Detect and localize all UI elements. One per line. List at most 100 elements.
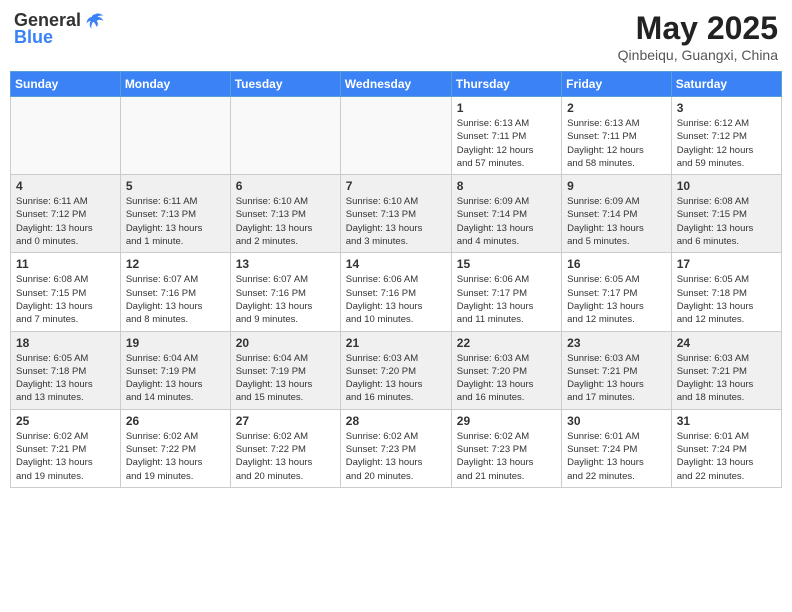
day-info: Sunrise: 6:10 AMSunset: 7:13 PMDaylight:… [346,195,446,248]
calendar-day-cell: 2 Sunrise: 6:13 AMSunset: 7:11 PMDaylight… [562,97,672,175]
day-number: 16 [567,257,666,271]
month-year: May 2025 [618,10,778,47]
day-info: Sunrise: 6:09 AMSunset: 7:14 PMDaylight:… [457,195,556,248]
day-number: 19 [126,336,225,350]
day-info: Sunrise: 6:06 AMSunset: 7:16 PMDaylight:… [346,273,446,326]
weekday-header-row: SundayMondayTuesdayWednesdayThursdayFrid… [11,72,782,97]
calendar-week-row: 1 Sunrise: 6:13 AMSunset: 7:11 PMDaylight… [11,97,782,175]
day-number: 30 [567,414,666,428]
day-info: Sunrise: 6:04 AMSunset: 7:19 PMDaylight:… [236,352,335,405]
calendar-day-cell: 5Sunrise: 6:11 AMSunset: 7:13 PMDaylight… [120,175,230,253]
weekday-header-friday: Friday [562,72,672,97]
calendar-day-cell: 22 Sunrise: 6:03 AMSunset: 7:20 PMDayligh… [451,331,561,409]
day-info: Sunrise: 6:07 AMSunset: 7:16 PMDaylight:… [126,273,225,326]
day-info: Sunrise: 6:05 AMSunset: 7:17 PMDaylight:… [567,273,666,326]
calendar-day-cell: 13 Sunrise: 6:07 AMSunset: 7:16 PMDayligh… [230,253,340,331]
day-number: 26 [126,414,225,428]
day-number: 24 [677,336,776,350]
calendar-day-cell: 31Sunrise: 6:01 AMSunset: 7:24 PMDayligh… [671,409,781,487]
day-number: 25 [16,414,115,428]
day-number: 2 [567,101,666,115]
calendar-day-cell: 1 Sunrise: 6:13 AMSunset: 7:11 PMDaylight… [451,97,561,175]
calendar-day-cell: 23 Sunrise: 6:03 AMSunset: 7:21 PMDayligh… [562,331,672,409]
logo-blue-text: Blue [14,27,53,48]
calendar-day-cell: 27 Sunrise: 6:02 AMSunset: 7:22 PMDayligh… [230,409,340,487]
calendar-day-cell: 10 Sunrise: 6:08 AMSunset: 7:15 PMDayligh… [671,175,781,253]
calendar-day-cell: 3 Sunrise: 6:12 AMSunset: 7:12 PMDaylight… [671,97,781,175]
calendar-day-cell: 21 Sunrise: 6:03 AMSunset: 7:20 PMDayligh… [340,331,451,409]
calendar-week-row: 11Sunrise: 6:08 AMSunset: 7:15 PMDayligh… [11,253,782,331]
calendar-day-cell: 28Sunrise: 6:02 AMSunset: 7:23 PMDayligh… [340,409,451,487]
weekday-header-tuesday: Tuesday [230,72,340,97]
location: Qinbeiqu, Guangxi, China [618,47,778,63]
day-info: Sunrise: 6:02 AMSunset: 7:23 PMDaylight:… [346,430,446,483]
calendar-day-cell: 9 Sunrise: 6:09 AMSunset: 7:14 PMDaylight… [562,175,672,253]
day-info: Sunrise: 6:02 AMSunset: 7:22 PMDaylight:… [126,430,225,483]
day-info: Sunrise: 6:03 AMSunset: 7:20 PMDaylight:… [457,352,556,405]
day-info: Sunrise: 6:08 AMSunset: 7:15 PMDaylight:… [677,195,776,248]
day-info: Sunrise: 6:04 AMSunset: 7:19 PMDaylight:… [126,352,225,405]
day-info: Sunrise: 6:03 AMSunset: 7:21 PMDaylight:… [677,352,776,405]
day-info: Sunrise: 6:11 AMSunset: 7:12 PMDaylight:… [16,195,115,248]
day-info: Sunrise: 6:01 AMSunset: 7:24 PMDaylight:… [567,430,666,483]
day-info: Sunrise: 6:03 AMSunset: 7:21 PMDaylight:… [567,352,666,405]
calendar-day-cell: 11Sunrise: 6:08 AMSunset: 7:15 PMDayligh… [11,253,121,331]
calendar-day-cell: 7 Sunrise: 6:10 AMSunset: 7:13 PMDaylight… [340,175,451,253]
day-number: 23 [567,336,666,350]
day-info: Sunrise: 6:03 AMSunset: 7:20 PMDaylight:… [346,352,446,405]
day-info: Sunrise: 6:02 AMSunset: 7:22 PMDaylight:… [236,430,335,483]
day-info: Sunrise: 6:06 AMSunset: 7:17 PMDaylight:… [457,273,556,326]
day-number: 12 [126,257,225,271]
calendar-day-cell: 12 Sunrise: 6:07 AMSunset: 7:16 PMDayligh… [120,253,230,331]
logo-bird-icon [85,11,105,31]
day-number: 17 [677,257,776,271]
day-info: Sunrise: 6:11 AMSunset: 7:13 PMDaylight:… [126,195,225,248]
day-number: 27 [236,414,335,428]
calendar-day-cell: 26 Sunrise: 6:02 AMSunset: 7:22 PMDayligh… [120,409,230,487]
day-number: 21 [346,336,446,350]
calendar-day-cell: 17 Sunrise: 6:05 AMSunset: 7:18 PMDayligh… [671,253,781,331]
day-info: Sunrise: 6:05 AMSunset: 7:18 PMDaylight:… [677,273,776,326]
weekday-header-thursday: Thursday [451,72,561,97]
weekday-header-monday: Monday [120,72,230,97]
day-number: 9 [567,179,666,193]
day-info: Sunrise: 6:01 AMSunset: 7:24 PMDaylight:… [677,430,776,483]
calendar-day-cell: 20 Sunrise: 6:04 AMSunset: 7:19 PMDayligh… [230,331,340,409]
weekday-header-saturday: Saturday [671,72,781,97]
day-info: Sunrise: 6:02 AMSunset: 7:23 PMDaylight:… [457,430,556,483]
day-number: 8 [457,179,556,193]
day-info: Sunrise: 6:09 AMSunset: 7:14 PMDaylight:… [567,195,666,248]
calendar-day-cell: 29 Sunrise: 6:02 AMSunset: 7:23 PMDayligh… [451,409,561,487]
day-number: 29 [457,414,556,428]
day-number: 7 [346,179,446,193]
day-number: 3 [677,101,776,115]
day-number: 13 [236,257,335,271]
calendar-day-cell: 25 Sunrise: 6:02 AMSunset: 7:21 PMDayligh… [11,409,121,487]
calendar-day-cell [120,97,230,175]
calendar-week-row: 4 Sunrise: 6:11 AMSunset: 7:12 PMDaylight… [11,175,782,253]
calendar-day-cell: 6 Sunrise: 6:10 AMSunset: 7:13 PMDaylight… [230,175,340,253]
day-info: Sunrise: 6:05 AMSunset: 7:18 PMDaylight:… [16,352,115,405]
calendar-week-row: 18Sunrise: 6:05 AMSunset: 7:18 PMDayligh… [11,331,782,409]
logo: General Blue [14,10,105,48]
day-info: Sunrise: 6:13 AMSunset: 7:11 PMDaylight:… [457,117,556,170]
calendar-day-cell: 30 Sunrise: 6:01 AMSunset: 7:24 PMDayligh… [562,409,672,487]
calendar-day-cell [340,97,451,175]
day-number: 4 [16,179,115,193]
day-number: 10 [677,179,776,193]
day-number: 6 [236,179,335,193]
day-info: Sunrise: 6:08 AMSunset: 7:15 PMDaylight:… [16,273,115,326]
day-number: 20 [236,336,335,350]
day-info: Sunrise: 6:10 AMSunset: 7:13 PMDaylight:… [236,195,335,248]
calendar-week-row: 25 Sunrise: 6:02 AMSunset: 7:21 PMDayligh… [11,409,782,487]
day-number: 15 [457,257,556,271]
day-number: 1 [457,101,556,115]
day-info: Sunrise: 6:13 AMSunset: 7:11 PMDaylight:… [567,117,666,170]
day-info: Sunrise: 6:07 AMSunset: 7:16 PMDaylight:… [236,273,335,326]
day-number: 22 [457,336,556,350]
calendar-day-cell: 4 Sunrise: 6:11 AMSunset: 7:12 PMDaylight… [11,175,121,253]
calendar-day-cell: 19 Sunrise: 6:04 AMSunset: 7:19 PMDayligh… [120,331,230,409]
day-info: Sunrise: 6:02 AMSunset: 7:21 PMDaylight:… [16,430,115,483]
calendar-day-cell: 8 Sunrise: 6:09 AMSunset: 7:14 PMDaylight… [451,175,561,253]
day-info: Sunrise: 6:12 AMSunset: 7:12 PMDaylight:… [677,117,776,170]
